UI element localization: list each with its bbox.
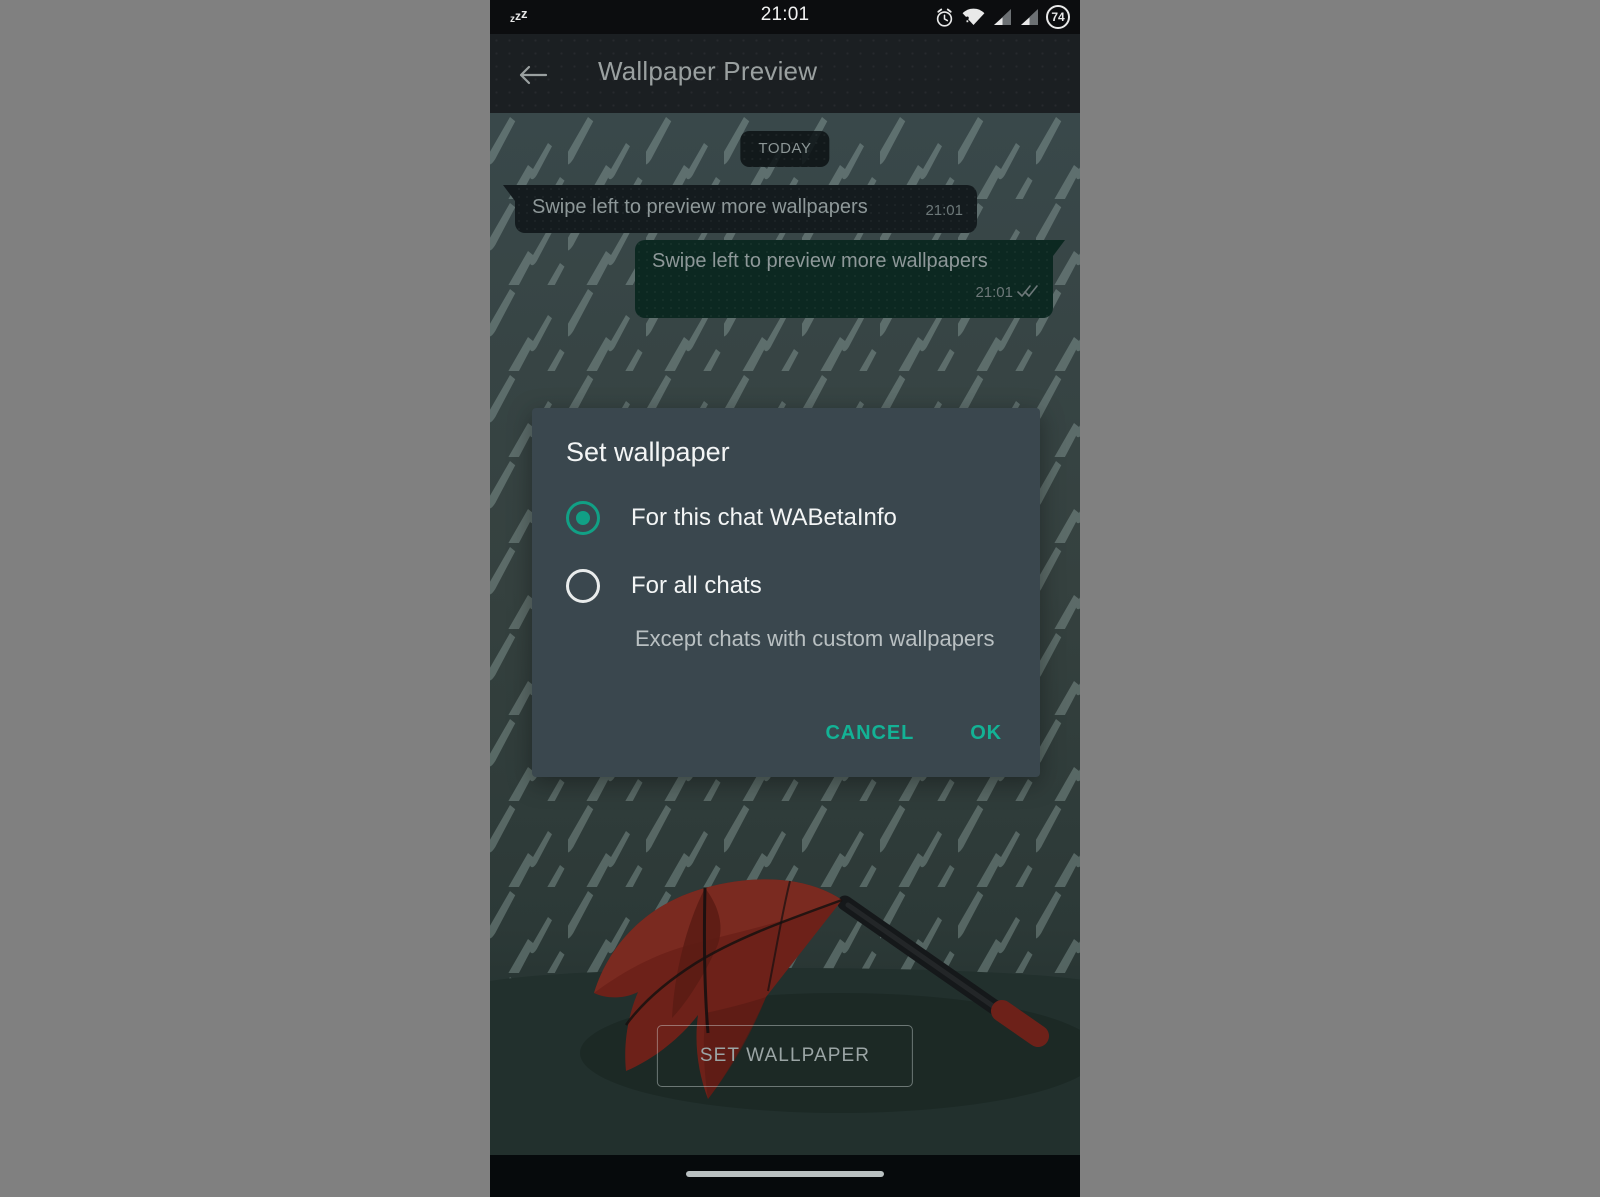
dialog-title: Set wallpaper: [566, 437, 730, 467]
radio-button-unselected-icon[interactable]: [566, 569, 600, 603]
alarm-clock-icon: [936, 8, 953, 27]
message-bubble-outgoing[interactable]: Swipe left to preview more wallpapers 21…: [635, 240, 1065, 318]
radio-button-selected-icon[interactable]: [566, 501, 600, 535]
app-bar: Wallpaper Preview: [490, 34, 1080, 113]
back-arrow-icon: [519, 65, 548, 85]
double-check-icon: [1017, 285, 1038, 297]
radio-option-for-all-chats[interactable]: For all chats: [566, 560, 1006, 612]
page-title: Wallpaper Preview: [598, 56, 818, 86]
set-wallpaper-button[interactable]: SET WALLPAPER: [656, 1025, 914, 1087]
radio-option-for-this-chat[interactable]: For this chat WABetaInfo: [566, 492, 1006, 544]
cellular-signal-icon: [994, 9, 1011, 25]
message-text: Swipe left to preview more wallpapers: [652, 250, 988, 272]
radio-option-label: For this chat WABetaInfo: [631, 504, 897, 531]
cancel-button[interactable]: CANCEL: [813, 712, 926, 755]
dialog-action-row: CANCEL OK: [813, 712, 1014, 755]
radio-option-label: For all chats: [631, 572, 762, 599]
battery-level-label: 74: [1051, 10, 1065, 24]
status-bar: zzz 21:01 74: [490, 0, 1080, 34]
message-timestamp: 21:01: [925, 202, 963, 219]
message-text: Swipe left to preview more wallpapers: [532, 196, 868, 218]
set-wallpaper-dialog: Set wallpaper For this chat WABetaInfo F…: [532, 408, 1040, 777]
chat-date-divider: TODAY: [740, 131, 830, 167]
navigation-bar: [490, 1155, 1080, 1197]
radio-option-subtext: Except chats with custom wallpapers: [635, 626, 995, 651]
battery-indicator: 74: [1046, 5, 1070, 29]
ok-button[interactable]: OK: [958, 712, 1014, 755]
message-timestamp: 21:01: [975, 284, 1013, 301]
cellular-signal-icon: [1021, 9, 1038, 25]
back-button[interactable]: [512, 54, 554, 96]
message-bubble-incoming[interactable]: Swipe left to preview more wallpapers 21…: [503, 185, 977, 233]
gesture-home-indicator[interactable]: [686, 1171, 884, 1177]
status-bar-icons: 74: [934, 3, 1070, 31]
chat-date-divider-label: TODAY: [758, 140, 812, 157]
wifi-icon: [962, 8, 985, 26]
